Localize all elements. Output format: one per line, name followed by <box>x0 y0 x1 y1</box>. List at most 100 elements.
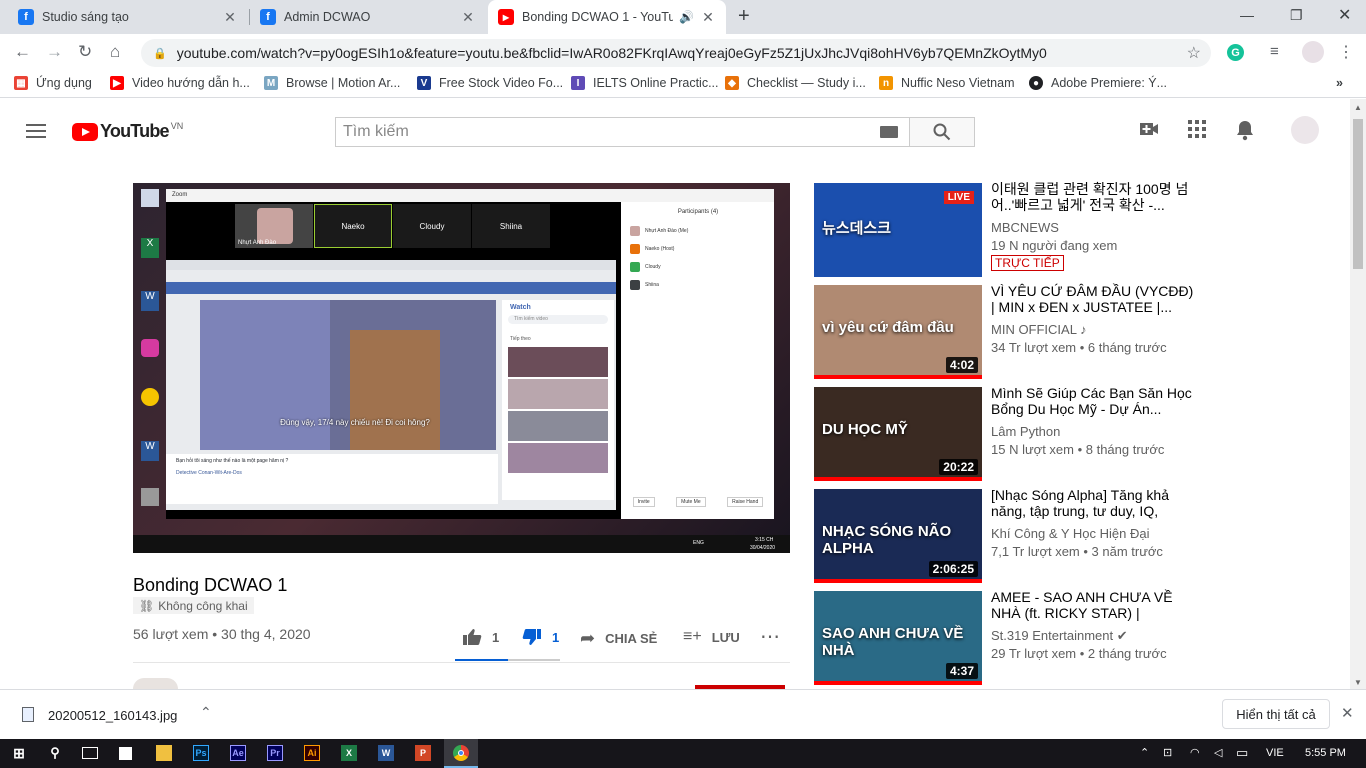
grammarly-icon[interactable]: G <box>1227 44 1244 61</box>
recommended-video[interactable]: SAO ANH CHƯA VỀ NHÀ 4:37 AMEE - SAO ANH CH… <box>814 589 1196 687</box>
video-thumbnail[interactable]: 뉴스데스크 LIVE <box>814 183 982 277</box>
close-window-icon[interactable]: ✕ <box>1338 0 1351 30</box>
store-icon[interactable] <box>119 747 132 760</box>
channel-name[interactable]: St.319 Entertainment ✔ <box>991 628 1128 644</box>
new-tab-icon[interactable]: + <box>738 5 750 28</box>
app-icon <box>141 388 159 406</box>
hamburger-menu-icon[interactable] <box>26 124 46 142</box>
close-download-bar-icon[interactable]: ✕ <box>1341 704 1354 722</box>
bookmark-item[interactable]: n Nuffic Neso Vietnam <box>879 76 1014 90</box>
recommended-video[interactable]: vì yêu cứ đâm đầu 4:02 VÌ YÊU CỨ ĐÂM ĐẦU (… <box>814 283 1196 381</box>
download-filename[interactable]: 20200512_160143.jpg <box>48 708 177 723</box>
video-thumbnail[interactable]: NHẠC SÓNG NÃO ALPHA 2:06:25 <box>814 489 982 583</box>
close-tab-icon[interactable]: ✕ <box>700 9 716 26</box>
like-button[interactable]: 1 <box>462 628 499 646</box>
tab-admin[interactable]: f Admin DCWAO ✕ <box>250 0 486 34</box>
save-button[interactable]: ≡+ LƯU <box>683 628 740 646</box>
excel-icon[interactable]: X <box>341 745 357 761</box>
address-bar[interactable]: 🔒 youtube.com/watch?v=py0ogESIh1o&featur… <box>141 39 1211 67</box>
minimize-icon[interactable]: — <box>1240 0 1254 30</box>
profile-avatar[interactable] <box>1302 41 1324 63</box>
notification-icon[interactable]: ▭ <box>1236 745 1248 761</box>
bookmark-item[interactable]: I IELTS Online Practic... <box>571 76 719 90</box>
channel-name[interactable]: Lâm Python <box>991 424 1060 439</box>
recommended-video-title[interactable]: 이태원 클럽 관련 확진자 100명 넘어..'빠르고 넓게' 전국 확산 -.… <box>991 181 1196 213</box>
like-ratio-bar <box>455 659 560 661</box>
channel-name[interactable]: MBCNEWS <box>991 220 1059 235</box>
channel-avatar[interactable] <box>133 678 178 689</box>
video-thumbnail[interactable]: DU HỌC MỸ 20:22 <box>814 387 982 481</box>
media-control-icon[interactable]: ≡ <box>1270 43 1279 60</box>
premiere-icon[interactable]: Pr <box>267 745 283 761</box>
task-view-icon[interactable] <box>82 747 98 759</box>
word-icon[interactable]: W <box>378 745 394 761</box>
share-button[interactable]: ➦ CHIA SẺ <box>580 628 657 649</box>
illustrator-icon[interactable]: Ai <box>304 745 320 761</box>
channel-name[interactable]: MIN OFFICIAL ♪ <box>991 322 1087 337</box>
recommended-video[interactable]: 뉴스데스크 LIVE 이태원 클럽 관련 확진자 100명 넘어..'빠르고 넓게'… <box>814 181 1196 279</box>
tab-studio[interactable]: f Studio sáng tạo ✕ <box>8 0 248 34</box>
create-video-icon[interactable] <box>1139 119 1159 145</box>
file-explorer-icon[interactable] <box>156 745 172 761</box>
video-thumbnail[interactable]: vì yêu cứ đâm đầu 4:02 <box>814 285 982 379</box>
powerpoint-icon[interactable]: P <box>415 745 431 761</box>
bookmark-apps[interactable]: ▦ Ứng dụng <box>14 76 92 90</box>
apps-icon[interactable] <box>1187 119 1207 145</box>
more-actions-icon[interactable]: ⋯ <box>760 624 780 649</box>
bookmark-item[interactable]: V Free Stock Video Fo... <box>417 76 563 90</box>
bookmark-item[interactable]: ▶ Video hướng dẫn h... <box>110 76 250 90</box>
playlist-add-icon: ≡+ <box>683 628 702 645</box>
recommended-video[interactable]: DU HỌC MỸ 20:22 Mình Sẽ Giúp Các Bạn Săn H… <box>814 385 1196 483</box>
forward-icon[interactable]: → <box>46 42 63 62</box>
chrome-taskbar-button[interactable] <box>444 739 478 768</box>
youtube-icon: ▶ <box>498 9 514 25</box>
recommended-video[interactable]: NHẠC SÓNG NÃO ALPHA 2:06:25 [Nhạc Sóng Alp… <box>814 487 1196 585</box>
maximize-icon[interactable]: ❐ <box>1290 0 1303 30</box>
video-thumbnail[interactable]: SAO ANH CHƯA VỀ NHÀ 4:37 <box>814 591 982 685</box>
recommended-video-title[interactable]: VÌ YÊU CỨ ĐÂM ĐẦU (VYCĐĐ) | MIN x ĐEN x … <box>991 283 1196 315</box>
show-all-button[interactable]: Hiển thị tất cả <box>1222 699 1330 729</box>
notifications-bell-icon[interactable] <box>1235 119 1255 147</box>
subtitle: Đúng vậy, 17/4 này chiếu nè! Đi coi hông… <box>280 418 430 427</box>
reload-icon[interactable]: ↻ <box>78 42 92 62</box>
watched-progress <box>814 681 982 685</box>
recommended-video-title[interactable]: [Nhạc Sóng Alpha] Tăng khả năng, tập tru… <box>991 487 1196 520</box>
recommended-video-title[interactable]: AMEE - SAO ANH CHƯA VỀ NHÀ (ft. RICKY ST… <box>991 589 1196 622</box>
recommended-video-title[interactable]: Mình Sẽ Giúp Các Bạn Săn Học Bổng Du Học… <box>991 385 1196 417</box>
share-icon: ➦ <box>580 628 596 648</box>
bookmark-star-icon[interactable]: ☆ <box>1187 43 1201 63</box>
input-language[interactable]: VIE <box>1266 747 1284 759</box>
volume-icon[interactable]: ◁ <box>1214 746 1222 759</box>
more-bookmarks-icon[interactable]: » <box>1336 76 1343 90</box>
account-avatar[interactable] <box>1291 116 1319 144</box>
bookmark-item[interactable]: M Browse | Motion Ar... <box>264 76 400 90</box>
participants-panel: Participants (4) Nhựt Anh Đào (Me) Naeko… <box>622 202 774 519</box>
speaker-icon[interactable]: 🔊 <box>679 10 694 24</box>
keyboard-icon[interactable] <box>880 126 898 138</box>
chevron-up-icon[interactable]: ⌃ <box>1140 746 1149 759</box>
chevron-up-icon[interactable]: ⌃ <box>200 704 212 721</box>
windows-start-icon[interactable]: ⊞ <box>11 745 27 761</box>
photoshop-icon[interactable]: Ps <box>193 745 209 761</box>
clock[interactable]: 5:55 PM <box>1305 747 1346 759</box>
close-tab-icon[interactable]: ✕ <box>460 9 476 26</box>
wifi-icon[interactable]: ◠ <box>1190 746 1200 759</box>
channel-name[interactable]: Khí Công & Y Học Hiện Đại <box>991 526 1150 541</box>
tab-youtube-active[interactable]: ▶ Bonding DCWAO 1 - YouTub 🔊 ✕ <box>488 0 726 34</box>
youtube-logo[interactable]: YouTube VN <box>72 121 183 142</box>
dislike-button[interactable]: 1 <box>522 628 559 646</box>
bookmark-item[interactable]: ◆ Checklist — Study i... <box>725 76 866 90</box>
search-button[interactable] <box>909 117 975 147</box>
search-input[interactable]: Tìm kiếm <box>335 117 910 147</box>
back-icon[interactable]: ← <box>14 42 31 62</box>
search-icon[interactable]: ⚲ <box>47 745 63 761</box>
network-icon[interactable]: ⊡ <box>1163 746 1172 759</box>
video-player[interactable]: X W W Zoom Nhựt Anh Đào Naeko Cloudy Shi… <box>133 183 790 553</box>
bookmark-item[interactable]: ● Adobe Premiere: Ý... <box>1029 76 1167 90</box>
word-icon: W <box>141 291 159 311</box>
close-tab-icon[interactable]: ✕ <box>222 9 238 26</box>
page-scrollbar[interactable]: ▲ ▼ <box>1350 99 1366 689</box>
after-effects-icon[interactable]: Ae <box>230 745 246 761</box>
home-icon[interactable]: ⌂ <box>110 42 120 62</box>
menu-icon[interactable]: ⋮ <box>1338 42 1354 62</box>
